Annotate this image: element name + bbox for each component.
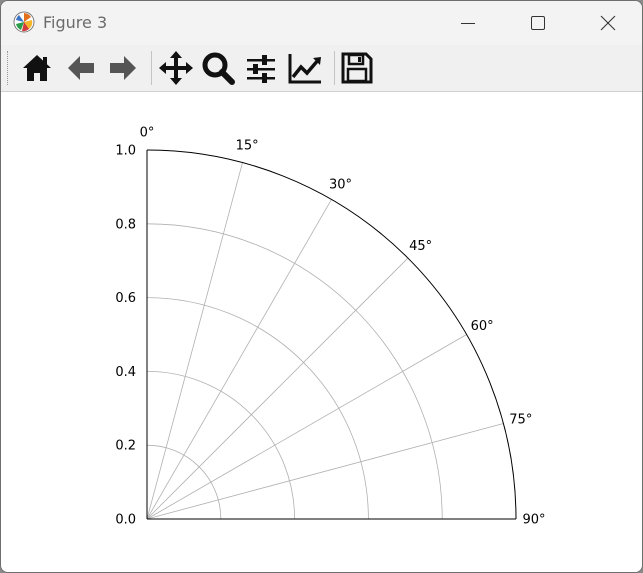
- forward-button[interactable]: [105, 50, 141, 86]
- figure-canvas[interactable]: 0.0 0.2 0.4 0.6 0.8 1.0 0° 15° 30° 45° 60° 75° 90°: [1, 92, 642, 572]
- pan-button[interactable]: [158, 50, 194, 86]
- save-button[interactable]: [339, 50, 375, 86]
- close-button[interactable]: [573, 1, 642, 45]
- sliders-icon: [247, 55, 275, 83]
- r-tick-label: 1.0: [115, 144, 136, 159]
- toolbar-separator: [151, 51, 152, 85]
- r-tick-label: 0.8: [115, 217, 136, 232]
- window-title: Figure 3: [43, 13, 108, 32]
- arrow-left-icon: [68, 56, 94, 80]
- polar-plot[interactable]: 0.0 0.2 0.4 0.6 0.8 1.0 0° 15° 30° 45° 60° 75° 90°: [1, 92, 642, 572]
- figure-window: Figure 3 0.0 0.2 0.4 0.6 0.8 1.0 0° 15° …: [0, 0, 643, 573]
- theta-grid-line: [146, 423, 504, 520]
- matplotlib-logo-icon: [13, 11, 35, 33]
- theta-tick-label: 45°: [409, 239, 432, 254]
- home-button[interactable]: [19, 50, 55, 86]
- theta-grid-line: [146, 334, 467, 520]
- r-tick-label: 0.4: [115, 365, 136, 380]
- minimize-icon: [461, 23, 475, 24]
- theta-tick-label: 0°: [140, 126, 155, 141]
- theta-grid-line: [146, 199, 332, 520]
- r-tick-label: 0.0: [115, 513, 136, 528]
- arrow-right-icon: [110, 56, 136, 80]
- maximize-icon: [531, 16, 545, 30]
- zoom-button[interactable]: [200, 50, 236, 86]
- maximize-button[interactable]: [503, 1, 573, 45]
- r-tick-label: 0.6: [115, 291, 136, 306]
- title-bar[interactable]: Figure 3: [1, 1, 642, 45]
- floppy-disk-icon: [341, 52, 373, 84]
- toolbar-separator: [334, 51, 335, 85]
- configure-subplots-button[interactable]: [243, 50, 279, 86]
- magnifier-icon: [202, 52, 235, 85]
- minimize-button[interactable]: [433, 1, 503, 45]
- home-icon: [23, 55, 51, 81]
- theta-tick-label: 90°: [522, 513, 545, 528]
- theta-tick-label: 15°: [236, 139, 259, 154]
- toolbar-grip[interactable]: [7, 51, 10, 85]
- close-icon: [600, 15, 616, 31]
- r-tick-label: 0.2: [115, 439, 136, 454]
- back-button[interactable]: [63, 50, 99, 86]
- theta-grid-line: [146, 257, 409, 520]
- move-icon: [159, 51, 193, 85]
- theta-tick-label: 60°: [471, 319, 494, 334]
- navigation-toolbar: [1, 45, 642, 92]
- theta-tick-label: 30°: [329, 177, 352, 192]
- edit-axis-button[interactable]: [287, 50, 323, 86]
- theta-tick-label: 75°: [509, 412, 532, 427]
- line-chart-icon: [288, 54, 321, 84]
- theta-grid-line: [146, 162, 243, 520]
